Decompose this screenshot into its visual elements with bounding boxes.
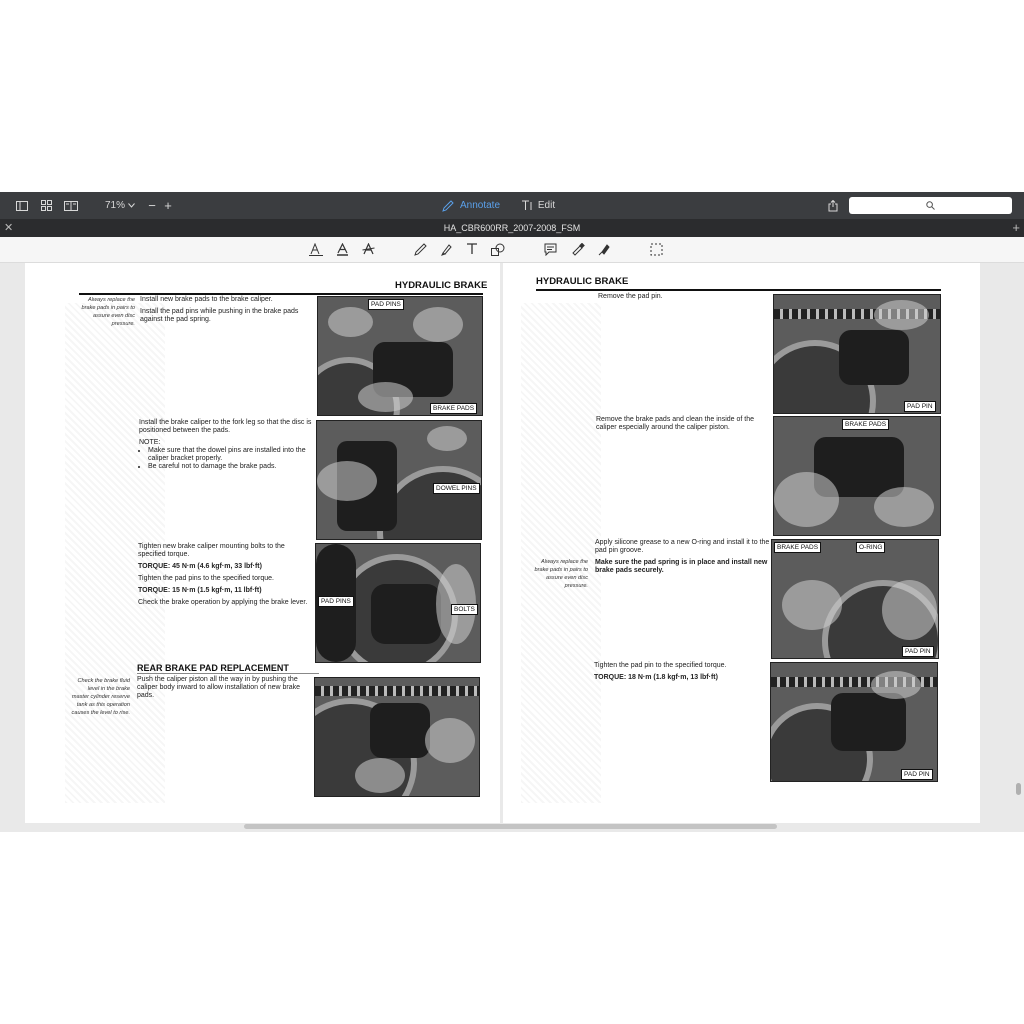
edit-button[interactable]: Edit — [520, 192, 556, 219]
step-line: Tighten the pad pin to the specified tor… — [594, 662, 727, 669]
photo-label: PAD PINS — [368, 299, 404, 310]
edit-label: Edit — [537, 200, 556, 211]
step-line: Tighten new brake caliper mounting bolts… — [138, 543, 285, 558]
step-line: Install new brake pads to the brake cali… — [140, 296, 273, 303]
photo-label: DOWEL PINS — [433, 483, 480, 494]
annotate-label: Annotate — [459, 200, 501, 211]
note-item: Make sure that the dowel pins are instal… — [148, 447, 314, 463]
brake-bolts-photo: PAD PINS BOLTS — [315, 543, 481, 663]
shapes-icon[interactable] — [490, 241, 506, 257]
comment-icon[interactable] — [542, 241, 558, 257]
annotation-toolbar — [0, 237, 1024, 263]
photo-label: O-RING — [856, 542, 886, 553]
step-text: Remove the brake pads and clean the insi… — [596, 416, 771, 436]
brake-pads-removal-photo: BRAKE PADS — [773, 416, 941, 536]
torque-spec: TORQUE: 18 N·m (1.8 kgf·m, 13 lbf·ft) — [594, 674, 718, 681]
photo-label: BRAKE PADS — [774, 542, 822, 553]
photo-label: BOLTS — [451, 604, 478, 615]
photo-label: PAD PINS — [318, 596, 354, 607]
step-line: Install the pad pins while pushing in th… — [140, 308, 299, 323]
document-tab[interactable]: HA_CBR600RR_2007-2008_FSM — [0, 219, 1024, 237]
right-page-heading: HYDRAULIC BRAKE — [536, 276, 629, 287]
zoom-dropdown-chevron-icon[interactable] — [126, 192, 136, 219]
step-text: Install new brake pads to the brake cali… — [140, 296, 315, 328]
annotate-button[interactable]: Annotate — [441, 192, 501, 219]
step-line: Remove the pad pin. — [598, 293, 663, 300]
pen-icon — [442, 199, 454, 212]
select-area-icon[interactable] — [648, 241, 664, 257]
highlighter-icon[interactable] — [438, 241, 454, 257]
step-text: Tighten the pad pin to the specified tor… — [594, 662, 770, 686]
zoom-in-icon[interactable]: + — [162, 192, 174, 219]
stamp-icon[interactable] — [570, 241, 586, 257]
search-input[interactable] — [849, 197, 1012, 214]
o-ring-install-photo: BRAKE PADS O-RING PAD PIN — [771, 539, 939, 659]
strikethrough-text-icon[interactable] — [360, 241, 376, 257]
signature-pen-icon[interactable] — [596, 241, 612, 257]
share-icon[interactable] — [826, 192, 840, 219]
horizontal-scrollbar[interactable] — [244, 824, 777, 829]
note-label: NOTE: — [139, 439, 161, 446]
section-rule — [137, 673, 319, 674]
new-tab-icon[interactable]: + — [1012, 219, 1020, 237]
step-line: Install the brake caliper to the fork le… — [139, 419, 312, 434]
side-note: Check the brake fluid level in the brake… — [71, 678, 130, 716]
dowel-pins-photo: DOWEL PINS — [316, 420, 482, 540]
note-list: Make sure that the dowel pins are instal… — [139, 447, 314, 471]
zoom-level[interactable]: 71% — [104, 192, 126, 219]
grid-view-icon[interactable] — [38, 192, 54, 219]
pad-pin-removal-photo: PAD PIN — [773, 294, 941, 414]
main-toolbar: 71% − + Annotate Edit — [0, 192, 1024, 219]
text-edit-icon — [521, 200, 532, 210]
step-line: Apply silicone grease to a new O-ring an… — [595, 539, 770, 554]
photo-label: BRAKE PADS — [842, 419, 890, 430]
vertical-scrollbar[interactable] — [1016, 783, 1021, 795]
step-line: Remove the brake pads and clean the insi… — [596, 416, 754, 431]
sidebar-toggle-icon[interactable] — [14, 192, 30, 219]
step-line: Push the caliper piston all the way in b… — [137, 676, 301, 699]
section-heading: REAR BRAKE PAD REPLACEMENT — [137, 663, 289, 673]
step-text: Push the caliper piston all the way in b… — [137, 676, 311, 704]
scan-texture — [521, 303, 601, 803]
zoom-out-icon[interactable]: − — [146, 192, 158, 219]
step-text: Tighten new brake caliper mounting bolts… — [138, 543, 313, 611]
photo-label: PAD PIN — [902, 646, 934, 657]
photo-label: BRAKE PADS — [430, 403, 478, 414]
right-page: HYDRAULIC BRAKE Remove the pad pin. PAD … — [503, 263, 980, 823]
document-viewer[interactable]: HYDRAULIC BRAKE Always replace the brake… — [0, 263, 1024, 832]
pencil-icon[interactable] — [412, 241, 428, 257]
side-note: Always replace the brake pads in pairs t… — [534, 559, 588, 589]
step-line: Make sure the pad spring is in place and… — [595, 559, 768, 574]
step-text: Install the brake caliper to the fork le… — [139, 419, 314, 471]
pad-pin-torque-photo: PAD PIN — [770, 662, 938, 782]
highlight-text-icon[interactable] — [334, 241, 350, 257]
left-page-heading: HYDRAULIC BRAKE — [395, 280, 488, 291]
search-icon — [926, 201, 935, 210]
text-box-icon[interactable] — [464, 241, 480, 257]
two-page-view-icon[interactable] — [62, 192, 80, 219]
tab-bar: ✕ HA_CBR600RR_2007-2008_FSM + — [0, 219, 1024, 237]
step-line: Tighten the pad pins to the specified to… — [138, 575, 274, 582]
photo-label: PAD PIN — [901, 769, 933, 780]
rear-caliper-photo — [314, 677, 480, 797]
step-text: Apply silicone grease to a new O-ring an… — [595, 539, 771, 579]
side-note: Always replace the brake pads in pairs t… — [81, 297, 135, 327]
left-page: HYDRAULIC BRAKE Always replace the brake… — [25, 263, 500, 823]
step-line: Check the brake operation by applying th… — [138, 599, 308, 606]
text-recognition-icon[interactable] — [308, 241, 324, 257]
torque-spec: TORQUE: 15 N·m (1.5 kgf·m, 11 lbf·ft) — [138, 587, 262, 594]
step-text: Remove the pad pin. — [598, 293, 768, 305]
photo-label: PAD PIN — [904, 401, 936, 412]
brake-pads-photo: PAD PINS BRAKE PADS — [317, 296, 483, 416]
heading-rule — [536, 289, 941, 291]
heading-rule — [79, 293, 483, 295]
note-item: Be careful not to damage the brake pads. — [148, 463, 314, 471]
torque-spec: TORQUE: 45 N·m (4.6 kgf·m, 33 lbf·ft) — [138, 563, 262, 570]
pdf-viewer-window: 71% − + Annotate Edit ✕ HA_CBR600RR_2007… — [0, 192, 1024, 832]
